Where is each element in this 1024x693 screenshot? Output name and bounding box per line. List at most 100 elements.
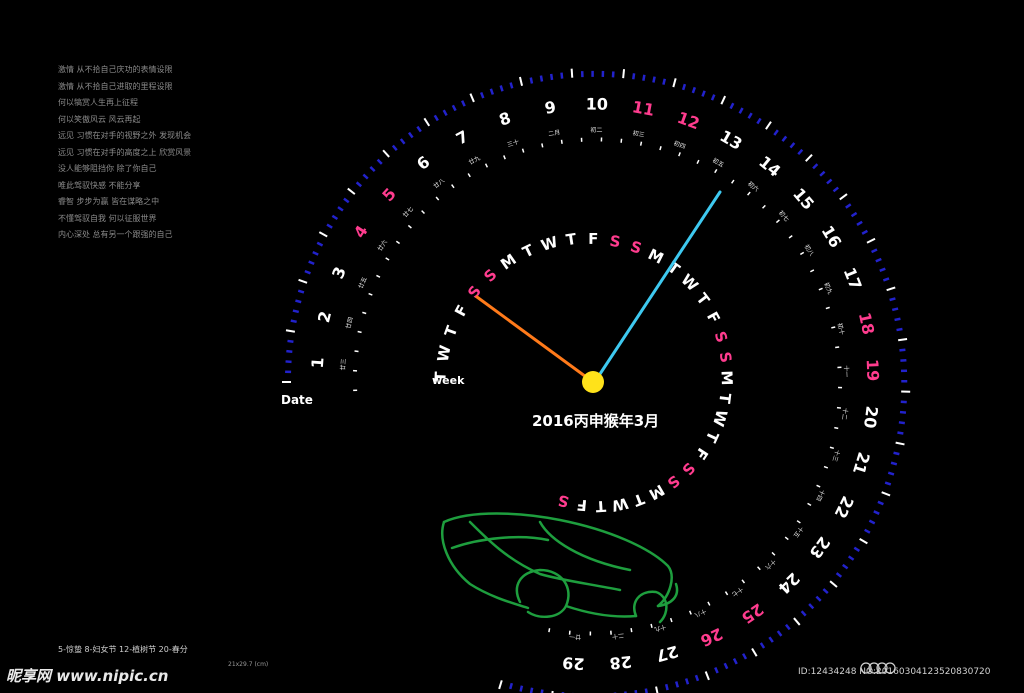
- day-number: 29: [562, 653, 586, 674]
- outer-tick: [797, 148, 804, 156]
- outer-tick: [899, 410, 907, 414]
- outer-tick: [518, 76, 524, 86]
- outer-tick: [292, 309, 300, 314]
- inner-tick: [816, 484, 821, 488]
- inner-tick: [831, 326, 836, 329]
- outer-tick: [768, 636, 774, 643]
- outer-tick: [652, 76, 656, 83]
- inner-tick: [521, 148, 525, 153]
- day-number: 11: [631, 97, 656, 120]
- outer-tick: [529, 687, 534, 693]
- outer-tick: [287, 339, 294, 343]
- outer-tick: [879, 267, 886, 272]
- outer-tick: [793, 617, 801, 626]
- outer-tick: [898, 337, 908, 342]
- day-number: 12: [675, 108, 702, 133]
- image-id: ID:12434248 NO:20160304123520830720: [798, 667, 991, 677]
- outer-tick: [784, 623, 791, 631]
- minute-hand: [594, 190, 722, 382]
- outer-tick: [694, 674, 700, 682]
- weekday-letter: W: [709, 408, 731, 429]
- outer-tick: [451, 104, 457, 112]
- lunar-date: 十一: [842, 365, 851, 377]
- weekday-letter: T: [693, 290, 714, 310]
- outer-tick: [326, 223, 333, 229]
- weekday-letter: S: [716, 350, 736, 364]
- outer-tick: [842, 563, 849, 570]
- inner-tick: [688, 610, 692, 615]
- inner-tick: [639, 141, 643, 146]
- outer-tick: [720, 95, 727, 105]
- lunar-date: 十八: [693, 607, 707, 619]
- weekday-letter: F: [451, 302, 472, 320]
- outer-tick: [642, 74, 646, 81]
- day-number: 15: [789, 184, 818, 213]
- inner-tick: [809, 269, 815, 273]
- outer-tick: [877, 500, 884, 506]
- weekday-letter: F: [576, 496, 588, 515]
- outer-tick: [765, 121, 772, 130]
- outer-tick: [316, 241, 324, 247]
- car-outline-icon: [441, 512, 679, 624]
- outer-tick: [882, 277, 890, 282]
- lunar-date: 廿七: [401, 205, 415, 219]
- inner-tick: [376, 274, 381, 278]
- outer-tick: [889, 297, 896, 302]
- outer-tick: [887, 471, 895, 476]
- weekday-letter: T: [565, 230, 579, 249]
- weekday-letter: S: [678, 459, 699, 479]
- weekday-letter-spiral: TWTFSSM T W T F S S MTWTFSSMTWTFSSMTWTFS: [431, 230, 735, 516]
- inner-tick: [395, 240, 401, 245]
- outer-tick: [835, 572, 843, 578]
- inner-tick: [724, 591, 729, 596]
- outer-tick: [489, 88, 495, 95]
- inner-tick: [799, 251, 805, 256]
- size-note: 21x29.7 (cm): [228, 661, 269, 668]
- inner-tick: [484, 163, 489, 168]
- inner-tick: [741, 579, 746, 584]
- outer-tick: [681, 83, 687, 91]
- lunar-date: 初二: [590, 126, 602, 134]
- outer-tick: [304, 269, 311, 275]
- outer-tick: [873, 510, 880, 515]
- outer-tick: [881, 491, 891, 497]
- outer-tick: [732, 658, 738, 665]
- outer-tick: [850, 211, 858, 218]
- day-number: 5: [378, 184, 400, 205]
- weekday-letter: T: [594, 497, 606, 516]
- lunar-date: 初八: [803, 243, 816, 257]
- lunar-date: 十四: [814, 488, 827, 502]
- weekday-letter: S: [556, 491, 571, 511]
- outer-tick: [815, 595, 822, 602]
- inner-tick: [796, 520, 801, 524]
- weekday-letter: W: [610, 494, 630, 515]
- inner-tick: [669, 617, 673, 623]
- outer-tick: [399, 138, 406, 145]
- lunar-date: 廿三: [339, 358, 348, 371]
- lunar-date: 廿一: [569, 632, 582, 641]
- outer-tick: [742, 653, 748, 660]
- inner-tick: [421, 210, 426, 215]
- day-number: 24: [774, 569, 803, 598]
- outer-tick: [773, 129, 779, 136]
- outer-tick: [808, 603, 815, 610]
- outer-tick: [286, 349, 293, 354]
- hour-hand: [475, 295, 595, 384]
- inner-tick: [357, 330, 362, 334]
- outer-tick: [684, 678, 690, 685]
- weekday-letter: T: [441, 323, 462, 339]
- outer-tick: [539, 75, 544, 82]
- outer-tick: [853, 546, 861, 552]
- inner-tick: [650, 623, 653, 629]
- outer-tick: [897, 431, 904, 435]
- day-number: 10: [586, 94, 609, 113]
- calendar-clock: 123456789 10 11 121314151617181920212223242…: [281, 68, 911, 693]
- weekday-letter: M: [717, 370, 735, 385]
- outer-tick: [540, 689, 544, 693]
- outer-tick: [622, 69, 626, 79]
- outer-tick: [331, 214, 339, 221]
- outer-tick: [895, 441, 905, 446]
- lunar-date: 十六: [763, 557, 777, 571]
- weekday-letter: S: [628, 237, 644, 257]
- outer-tick: [832, 186, 839, 193]
